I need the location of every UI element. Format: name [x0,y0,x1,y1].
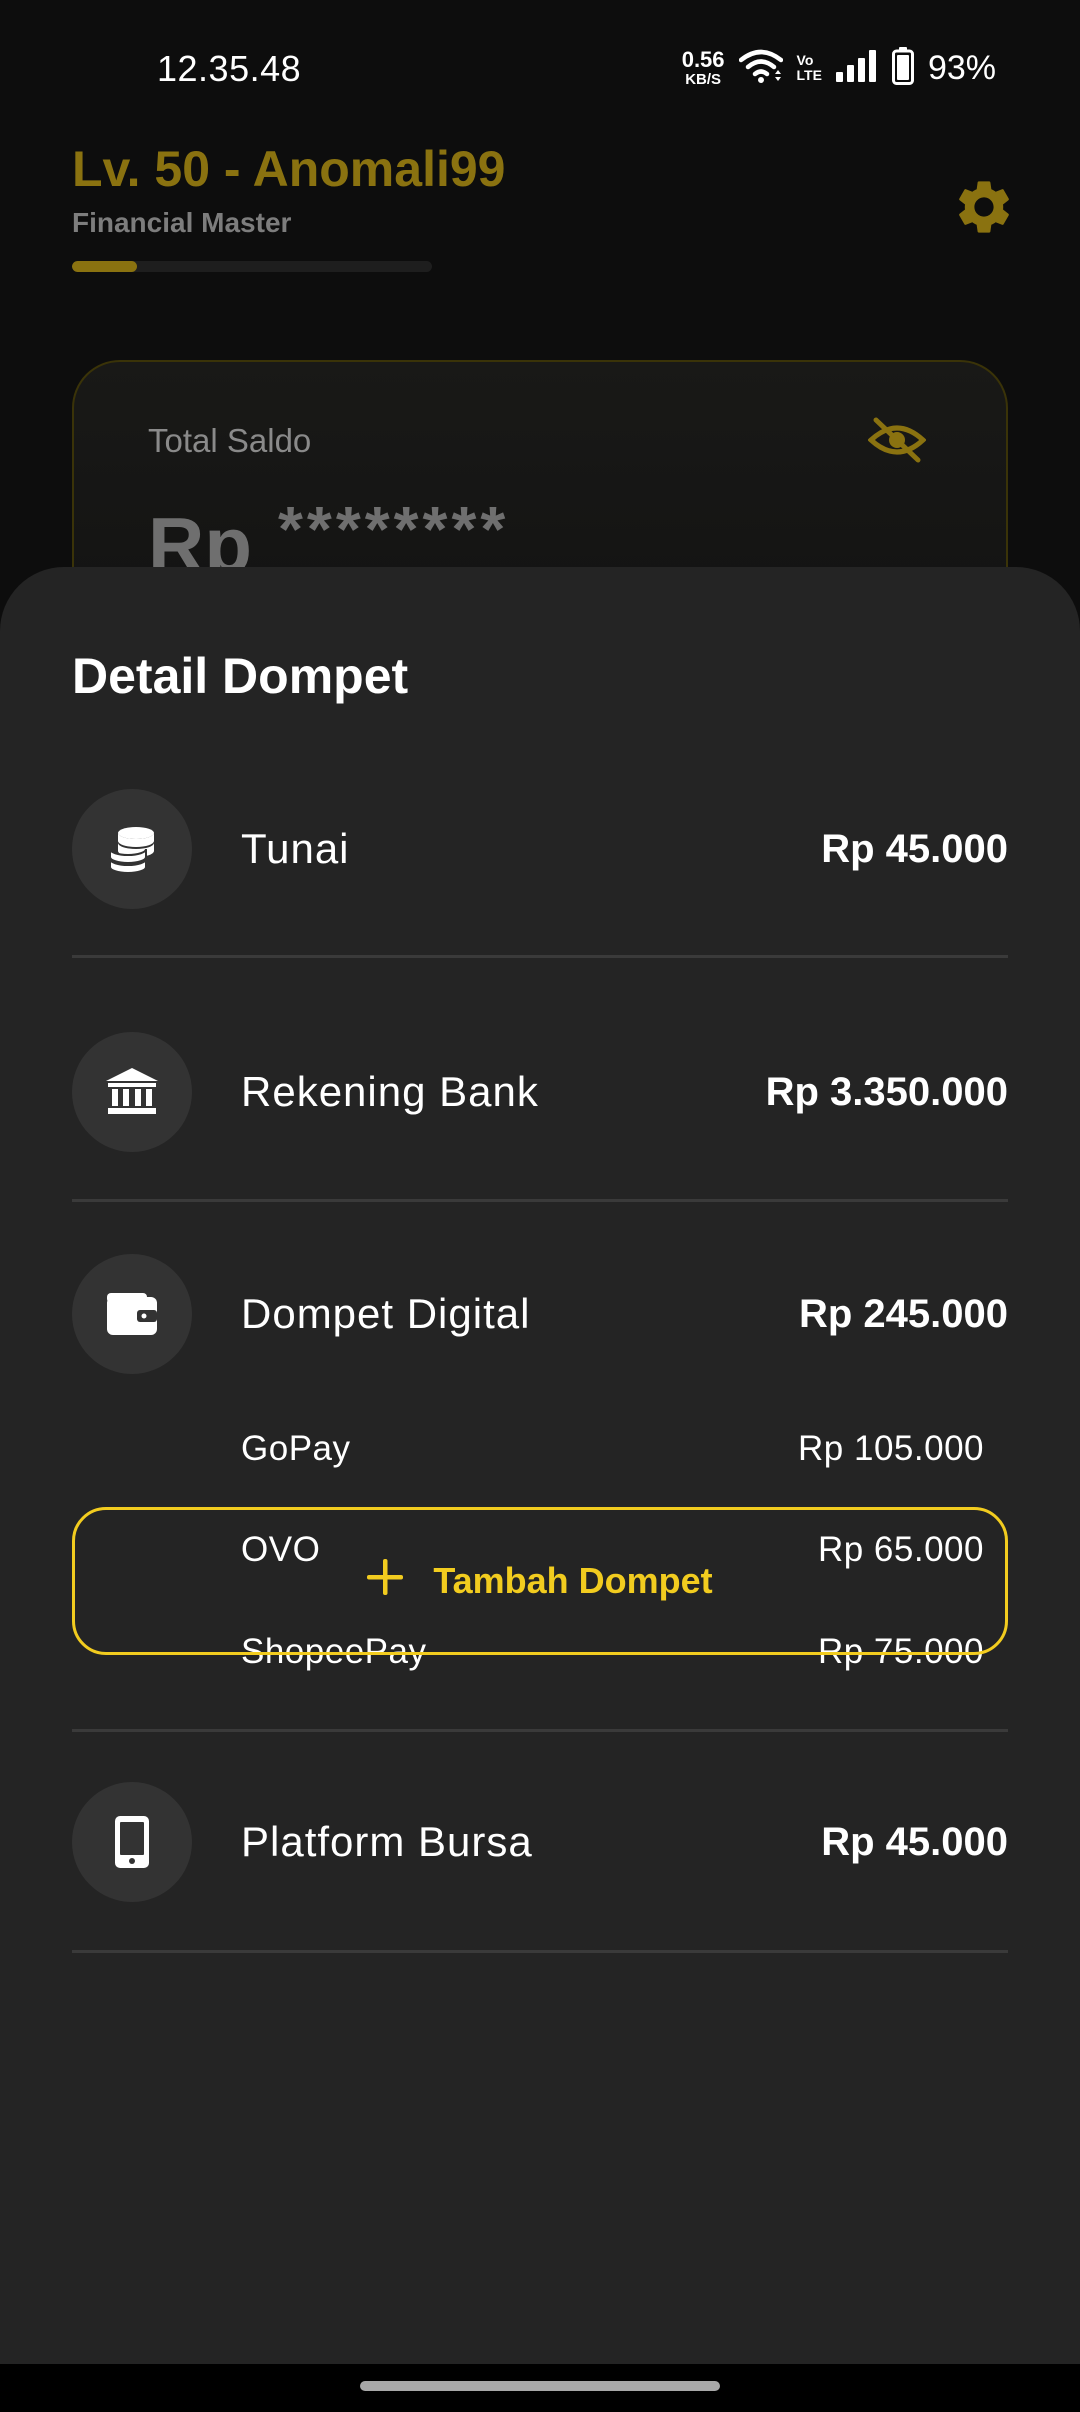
battery-icon [891,46,914,90]
wallet-icon [72,1254,192,1374]
coins-icon [72,789,192,909]
balance-masked-value: ******** [278,493,510,565]
wallet-name: Dompet Digital [241,1290,531,1337]
total-balance-label: Total Saldo [148,422,312,459]
status-bar: 12.35.48 0.56 KB/S Vo LTE 93% [0,0,1080,140]
signal-icon [835,49,878,87]
system-navigation-bar [0,2364,1080,2412]
sheet-title: Detail Dompet [72,648,409,704]
status-icons: 0.56 KB/S Vo LTE 93% [682,46,996,90]
network-speed: 0.56 KB/S [681,47,725,88]
wallet-amount: Rp 3.350.000 [765,1070,1008,1114]
wallet-name: Rekening Bank [241,1068,539,1115]
wallet-row-rekening-bank[interactable]: Rekening Bank Rp 3.350.000 [72,1032,1008,1152]
xp-progress-bar [72,261,432,272]
battery-percentage: 93% [927,48,996,87]
sub-account-gopay[interactable]: GoPay Rp 105.000 [241,1419,984,1479]
sub-account-name: GoPay [241,1429,351,1468]
divider [72,955,1008,958]
wallet-detail-sheet: Detail Dompet Tunai Rp 45.000 Rekening B… [0,567,1080,2364]
status-time: 12.35.48 [157,48,302,89]
eye-off-icon [867,416,927,469]
wallet-amount: Rp 245.000 [798,1292,1008,1336]
plus-icon [367,1558,404,1604]
divider [72,1950,1008,1953]
wallet-row-tunai[interactable]: Tunai Rp 45.000 [72,789,1008,909]
volte-bottom: LTE [796,67,822,83]
wallet-amount: Rp 45.000 [821,827,1008,871]
smartphone-icon [72,1782,192,1902]
add-wallet-label: Tambah Dompet [433,1560,713,1601]
wallet-row-platform-bursa[interactable]: Platform Bursa Rp 45.000 [72,1782,1008,1902]
user-level-title: Lv. 50 - Anomali99 [72,141,506,197]
wallet-amount: Rp 45.000 [821,1820,1008,1864]
wallet-name: Platform Bursa [241,1818,533,1865]
gear-icon [952,175,1016,244]
network-speed-unit: KB/S [685,71,722,88]
gesture-handle[interactable] [360,2381,720,2391]
settings-button[interactable] [945,170,1023,248]
bank-icon [72,1032,192,1152]
divider [72,1199,1008,1202]
sub-account-amount: Rp 105.000 [798,1429,984,1468]
wifi-icon [738,48,783,89]
volte-indicator: Vo LTE [797,53,822,82]
wallet-row-dompet-digital[interactable]: Dompet Digital Rp 245.000 [72,1254,1008,1374]
network-speed-value: 0.56 [681,47,725,72]
wallet-name: Tunai [241,825,350,872]
xp-progress-fill [72,261,137,272]
user-rank-subtitle: Financial Master [72,207,292,238]
toggle-balance-visibility-button[interactable] [864,414,930,470]
divider [72,1729,1008,1732]
volte-top: Vo [796,52,814,69]
add-wallet-button[interactable]: Tambah Dompet [72,1507,1008,1655]
